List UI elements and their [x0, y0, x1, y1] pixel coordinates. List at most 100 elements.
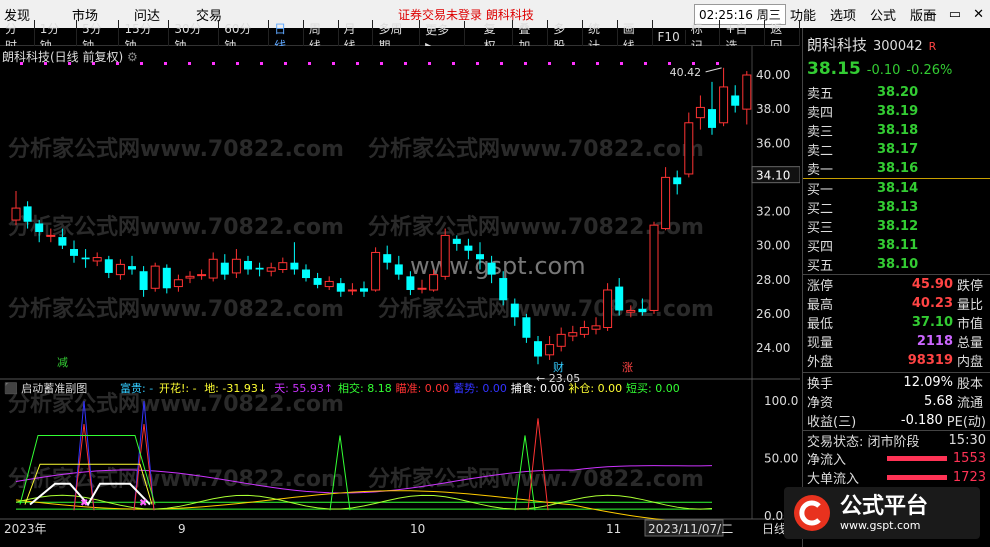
kline-chart[interactable]: 分析家公式网www.70822.com 分析家公式网www.70822.com 分析… — [0, 46, 800, 547]
maximize-button[interactable]: ▭ — [949, 7, 961, 22]
indicator-label: 蓄势: 0.00 — [453, 382, 507, 395]
candle-body-down — [673, 177, 682, 185]
chart-title: 朗科科技(日线 前复权) ⚙ — [2, 48, 138, 65]
candle-body-up — [579, 327, 589, 335]
candle-body-up — [417, 287, 427, 290]
time-tick: 2023/11/07/二 — [648, 522, 733, 536]
trade-status: 交易状态: 闭市阶段 15:30 — [803, 430, 990, 450]
bid-row: 买二 38.13 — [803, 198, 990, 217]
signal-dot — [308, 62, 311, 65]
stat-right-label: 总量 — [957, 336, 984, 351]
ask-row: 卖一 38.16 — [803, 159, 990, 178]
candle-body-up — [46, 234, 56, 237]
signal-dot — [428, 62, 431, 65]
candle-body-down — [499, 278, 508, 301]
candle-body-up — [719, 86, 729, 124]
candle-body-down — [70, 249, 78, 256]
signal-dot — [380, 62, 383, 65]
indicator-label: 补仓: 0.00 — [568, 381, 622, 395]
candle-body-down — [638, 308, 647, 313]
watermark-text: 分析家公式网www.70822.com — [368, 466, 704, 492]
candle-body-down — [406, 276, 415, 290]
close-button[interactable]: ✕ — [973, 7, 984, 22]
candle-body-up — [695, 106, 705, 119]
trade-status-time: 15:30 — [948, 432, 986, 448]
stat2-right-label: 流通 — [957, 396, 984, 411]
stat2-right-label: PE(动) — [946, 415, 986, 430]
stat-row: 最低 37.10 市值 — [803, 313, 990, 332]
candle-body-up — [684, 122, 694, 175]
stat-value: 98319 — [907, 353, 953, 368]
candle-body-up — [626, 309, 636, 313]
candle-body-up — [266, 267, 276, 272]
stat-value: 37.10 — [911, 315, 953, 330]
chart-title-text: 朗科科技(日线 前复权) — [2, 50, 124, 64]
stat2-right-label: 股本 — [957, 377, 984, 392]
stat-label: 最高 — [807, 298, 834, 313]
candle-body-down — [81, 257, 90, 260]
candle-body-down — [244, 260, 252, 270]
candle-body-up — [545, 344, 555, 356]
stat2-row: 净资 5.68 流通 — [803, 392, 990, 411]
last-price: 38.15 — [807, 59, 861, 79]
stat-label: 现量 — [807, 336, 834, 351]
quote-price-row: 38.15 -0.10 -0.26% — [803, 55, 990, 79]
candle-body-down — [336, 283, 345, 292]
toolbar-item[interactable]: F10 — [653, 29, 686, 44]
stat-value: 40.23 — [911, 296, 953, 311]
brand-logo-icon — [794, 495, 830, 531]
candle-body-down — [23, 206, 32, 222]
candle-body-down — [452, 238, 461, 244]
time-tick: 10 — [410, 522, 425, 536]
high-label: 40.42 — [670, 66, 702, 79]
stat-row: 涨停 45.90 跌停 — [803, 275, 990, 294]
price-tick: 28.00 — [756, 273, 790, 287]
ask-price: 38.16 — [877, 161, 919, 176]
candle-body-down — [487, 262, 496, 275]
candle-body-down — [255, 267, 264, 270]
stats-table-2: 换手 12.09% 股本 净资 5.68 流通 收益(三) -0.180 PE(动) — [803, 372, 990, 430]
candle-body-up — [208, 258, 218, 279]
chart-toolbar: 分时 1分钟 5分钟 15分钟 30分钟 60分钟 日线 周线 月线 多周期 更多 ▸ 复权 叠加 多股统… — [0, 19, 800, 54]
stat-row: 现量 2118 总量 — [803, 332, 990, 351]
candle-body-down — [162, 267, 171, 289]
candle-body-down — [139, 271, 148, 290]
ask-label: 卖一 — [807, 163, 834, 178]
candle-body-up — [150, 265, 160, 289]
menu-formula[interactable]: 公式 — [870, 5, 896, 24]
candle-body-up — [371, 251, 381, 291]
candle-body-down — [383, 254, 392, 263]
candle-body-down — [128, 266, 136, 270]
candle-body-down — [313, 278, 322, 285]
stat-right-label: 内盘 — [957, 355, 984, 370]
candle-body-up — [347, 289, 357, 292]
candle-body-down — [302, 269, 310, 279]
watermark-text: 分析家公式网www.70822.com — [8, 214, 344, 240]
candle-body-down — [104, 259, 113, 273]
time-tick: 2023年 — [4, 522, 47, 536]
candle-body-down — [534, 341, 542, 357]
signal-dot — [140, 62, 143, 65]
candle-body-down — [58, 237, 67, 246]
indicator-label: 开花!: - — [159, 382, 197, 395]
menu-options[interactable]: 选项 — [830, 5, 856, 24]
candle-body-up — [649, 224, 659, 311]
signal-dot — [476, 62, 479, 65]
minimize-button[interactable]: — — [924, 7, 937, 22]
watermark-text: 分析家公式网www.70822.com — [368, 136, 704, 162]
bid-label: 买四 — [807, 240, 834, 255]
ask-row: 卖五 38.20 — [803, 83, 990, 102]
bid-label: 买二 — [807, 202, 834, 217]
settings-icon[interactable]: ⚙ — [127, 50, 138, 64]
ask-label: 卖三 — [807, 125, 834, 140]
signal-dot — [404, 62, 407, 65]
stat-value: 45.90 — [911, 277, 953, 292]
stat2-row: 收益(三) -0.180 PE(动) — [803, 411, 990, 430]
signal-dot — [716, 62, 719, 65]
signal-dot — [572, 62, 575, 65]
signal-dot — [236, 62, 239, 65]
bid-row: 买一 38.14 — [803, 179, 990, 198]
bid-label: 买五 — [807, 259, 834, 274]
candle-body-down — [731, 95, 740, 106]
signal-dot — [356, 62, 359, 65]
